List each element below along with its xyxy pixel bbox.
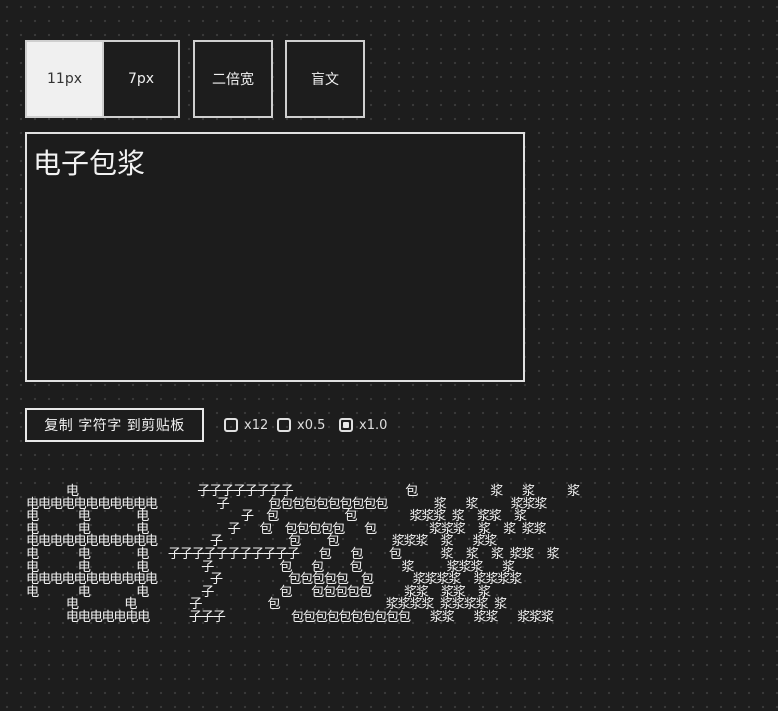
font-7px-button[interactable]: 7px: [102, 40, 180, 118]
scale-option-x12[interactable]: x12: [224, 416, 268, 434]
checkbox-icon[interactable]: [277, 418, 291, 432]
checkbox-checked-icon[interactable]: [339, 418, 353, 432]
scale-option-label: x12: [244, 417, 269, 433]
text-art-output: 电 子子子子子子子子 包 浆 浆 浆 电电电电电电电电电电电 子 包包包包包包包…: [26, 484, 580, 625]
font-11px-button[interactable]: 11px: [25, 40, 104, 118]
scale-option-x05[interactable]: x0.5: [277, 416, 325, 434]
braille-button[interactable]: 盲文: [285, 40, 365, 118]
double-width-button[interactable]: 二倍宽: [193, 40, 273, 118]
checkbox-icon[interactable]: [224, 418, 238, 432]
text-input[interactable]: [25, 132, 525, 382]
scale-option-x10[interactable]: x1.0: [339, 416, 387, 434]
copy-to-clipboard-button[interactable]: 复制 字符字 到剪贴板: [25, 408, 204, 442]
scale-option-label: x1.0: [359, 417, 388, 433]
scale-option-label: x0.5: [297, 417, 326, 433]
